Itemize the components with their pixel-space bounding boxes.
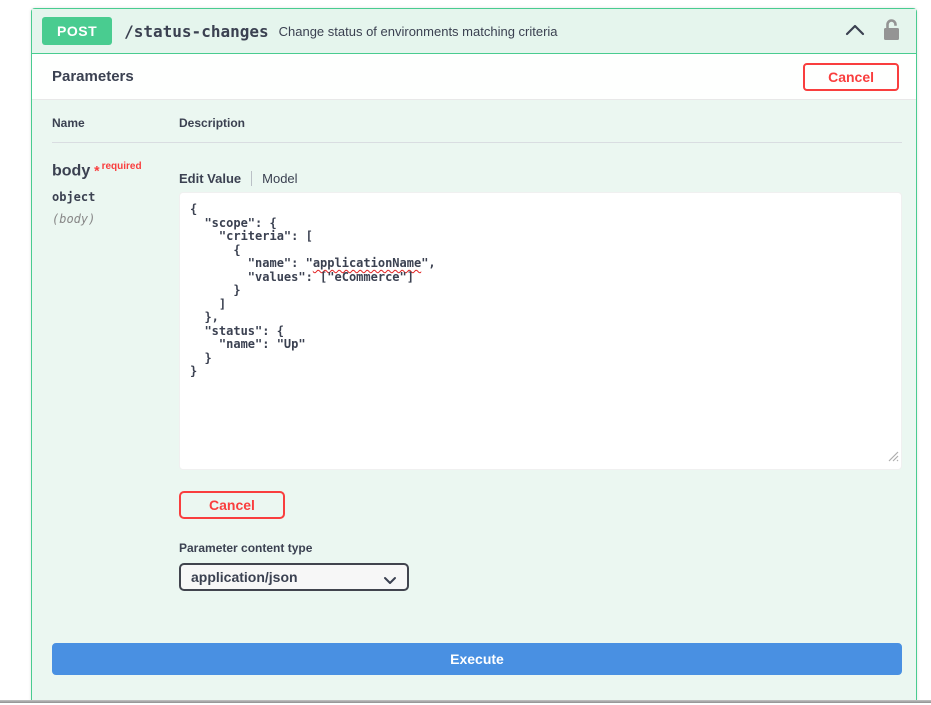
required-label: required (102, 161, 142, 172)
operation-summary[interactable]: POST /status-changes Change status of en… (32, 9, 916, 54)
collapse-button[interactable] (842, 20, 868, 43)
editor-tabs: Edit Value Model (179, 171, 902, 186)
body-param-row: body *required object (body) Edit Value … (52, 159, 902, 591)
param-name: body (52, 162, 90, 179)
method-badge: POST (42, 17, 112, 45)
parameters-cancel-button[interactable]: Cancel (803, 63, 899, 91)
body-param-editor-column: Edit Value Model { "scope": { "criteria"… (179, 159, 902, 591)
parameters-header: Parameters Cancel (32, 54, 916, 100)
params-table-header: Name Description (52, 116, 902, 143)
body-param-info: body *required object (body) (52, 159, 179, 226)
endpoint-description: Change status of environments matching c… (279, 24, 558, 39)
param-type: object (52, 190, 179, 204)
body-editor-content: { "scope": { "criteria": [ { "name": "ap… (190, 203, 891, 379)
chevron-up-icon (844, 22, 866, 41)
page-bottom-divider (0, 700, 931, 703)
operation-panel: POST /status-changes Change status of en… (31, 8, 917, 701)
authorize-button[interactable] (878, 15, 904, 48)
tab-model[interactable]: Model (262, 171, 297, 186)
description-column-header: Description (179, 116, 902, 130)
body-editor[interactable]: { "scope": { "criteria": [ { "name": "ap… (179, 192, 902, 470)
tab-edit-value[interactable]: Edit Value (179, 171, 241, 186)
execute-row: Execute (52, 643, 902, 675)
param-location: (body) (52, 212, 179, 226)
execute-button[interactable]: Execute (52, 643, 902, 675)
editor-cancel-button[interactable]: Cancel (179, 491, 285, 519)
parameters-body: Name Description body *required object (… (32, 100, 916, 684)
unlock-icon (880, 17, 902, 46)
tab-separator (251, 171, 252, 186)
content-type-label: Parameter content type (179, 541, 902, 555)
content-type-select-wrap: application/json (179, 563, 409, 591)
content-type-select[interactable]: application/json (179, 563, 409, 591)
name-column-header: Name (52, 116, 179, 130)
endpoint-path: /status-changes (124, 22, 269, 41)
required-asterisk: * (90, 162, 99, 178)
resize-handle-icon[interactable] (888, 449, 899, 467)
parameters-title: Parameters (52, 68, 134, 85)
